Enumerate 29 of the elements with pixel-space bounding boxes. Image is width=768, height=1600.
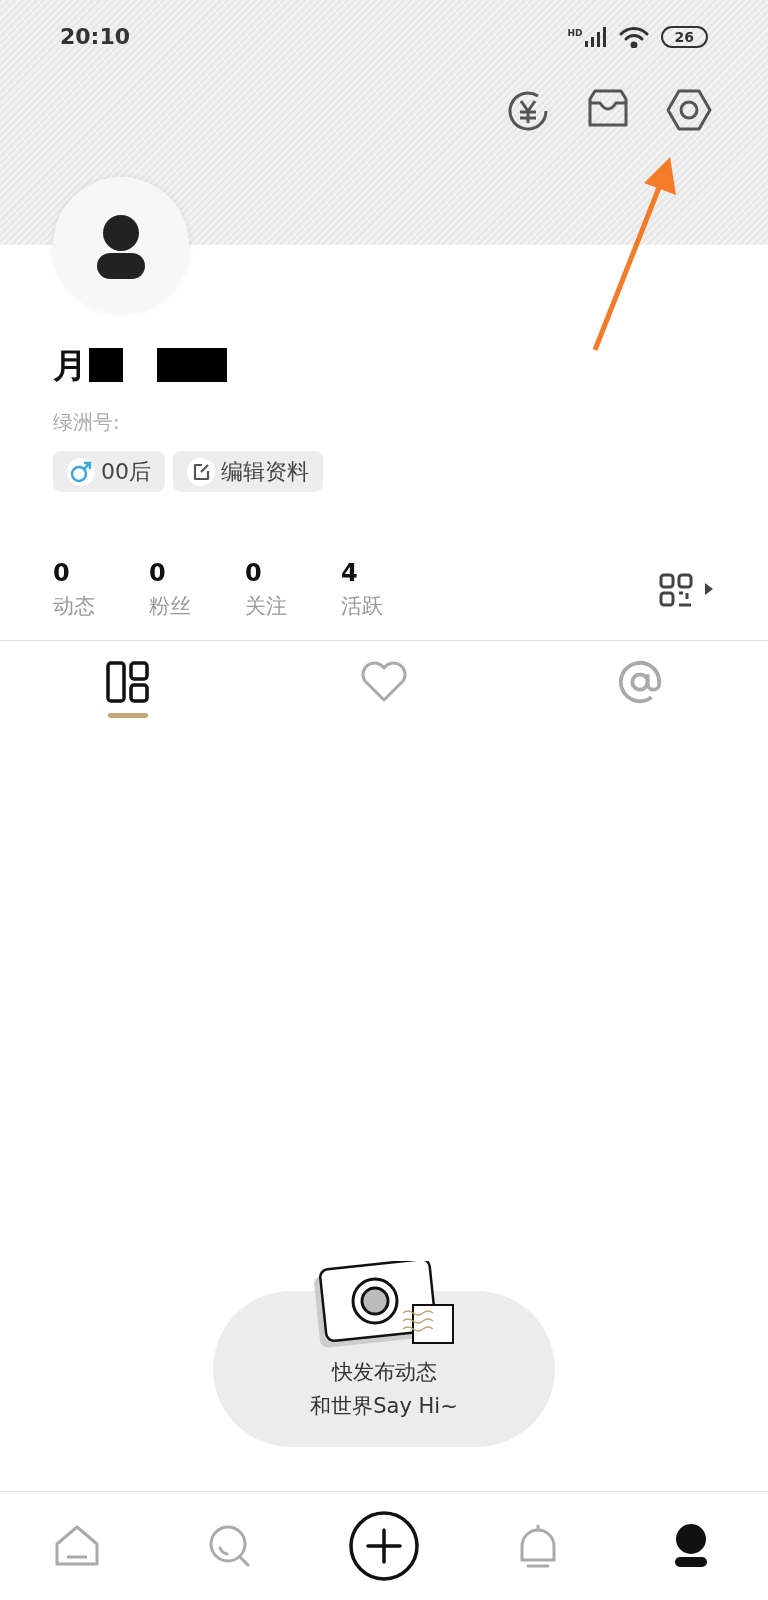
home-icon bbox=[53, 1524, 100, 1568]
stat-item[interactable]: 4 活跃 bbox=[341, 558, 437, 624]
stat-item[interactable]: 0 动态 bbox=[53, 558, 149, 624]
stat-item[interactable]: 0 关注 bbox=[245, 558, 341, 624]
empty-state-text: 快发布动态 bbox=[331, 1359, 437, 1386]
network-label: HD bbox=[567, 26, 583, 40]
redaction-block bbox=[157, 348, 227, 382]
male-icon bbox=[67, 457, 95, 486]
signal-icon bbox=[584, 26, 607, 47]
heart-icon bbox=[360, 660, 408, 703]
add-icon bbox=[348, 1510, 420, 1582]
inbox-icon[interactable] bbox=[586, 89, 630, 129]
redaction-block bbox=[89, 348, 123, 382]
settings-icon[interactable] bbox=[666, 89, 712, 131]
at-sign-icon bbox=[617, 658, 663, 705]
age-tag[interactable]: 00后 bbox=[53, 451, 165, 492]
edit-profile-button[interactable]: 编辑资料 bbox=[173, 451, 323, 492]
battery-indicator: 26 bbox=[660, 25, 708, 48]
stat-item[interactable]: 0 粉丝 bbox=[149, 558, 245, 624]
layout-icon bbox=[106, 660, 150, 703]
edit-icon bbox=[187, 457, 215, 486]
coin-icon[interactable] bbox=[506, 89, 550, 133]
user-name: 月 bbox=[53, 343, 87, 387]
avatar[interactable] bbox=[53, 177, 189, 313]
oasis-id-label: 绿洲号: bbox=[53, 409, 121, 436]
wifi-icon bbox=[618, 25, 649, 48]
empty-state-text: 和世界Say Hi~ bbox=[310, 1393, 458, 1420]
status-time: 20:10 bbox=[60, 23, 131, 51]
qr-code-icon[interactable] bbox=[659, 573, 715, 609]
